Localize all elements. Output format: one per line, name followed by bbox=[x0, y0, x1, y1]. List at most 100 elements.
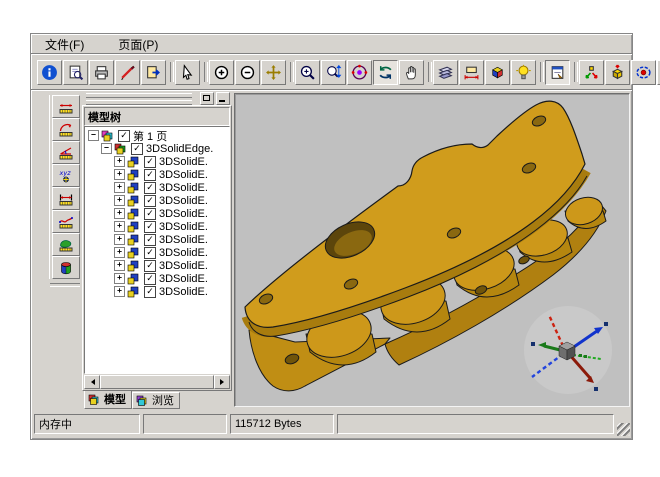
select-cursor-button[interactable] bbox=[175, 60, 200, 85]
light-button[interactable] bbox=[511, 60, 536, 85]
side-toolbar-separator bbox=[50, 283, 80, 287]
tree-row-part[interactable]: + ✓ 3DSolidE. bbox=[114, 207, 229, 220]
orbit-button[interactable] bbox=[347, 60, 372, 85]
fit-view-button[interactable] bbox=[261, 60, 286, 85]
tree-row-part[interactable]: + ✓ 3DSolidE. bbox=[114, 233, 229, 246]
origin-cube-icon bbox=[559, 342, 575, 360]
visibility-checkbox[interactable]: ✓ bbox=[131, 143, 143, 155]
visibility-checkbox[interactable]: ✓ bbox=[144, 195, 156, 207]
measure-horizontal-button[interactable] bbox=[52, 95, 80, 118]
tree-row-part[interactable]: + ✓ 3DSolidE. bbox=[114, 259, 229, 272]
expand-icon[interactable]: + bbox=[114, 221, 125, 232]
visibility-checkbox[interactable]: ✓ bbox=[144, 273, 156, 285]
print-preview-button[interactable] bbox=[63, 60, 88, 85]
zoom-in-button[interactable] bbox=[209, 60, 234, 85]
rotate-icon bbox=[377, 64, 394, 81]
rotate-button[interactable] bbox=[373, 60, 398, 85]
expand-icon[interactable]: + bbox=[114, 286, 125, 297]
visibility-checkbox[interactable]: ✓ bbox=[144, 221, 156, 233]
visibility-checkbox[interactable]: ✓ bbox=[118, 130, 130, 142]
measure-curve-icon bbox=[57, 214, 75, 230]
tree-row-assembly[interactable]: − ✓ 3DSolidEdge. bbox=[101, 142, 229, 155]
resize-grip[interactable] bbox=[617, 423, 630, 436]
tree-row-part[interactable]: + ✓ 3DSolidE. bbox=[114, 272, 229, 285]
print-button[interactable] bbox=[89, 60, 114, 85]
scroll-thumb[interactable] bbox=[100, 375, 214, 389]
panel-float-button[interactable] bbox=[200, 92, 214, 105]
measure-curve-button[interactable] bbox=[52, 210, 80, 233]
measure-radius-button[interactable] bbox=[52, 118, 80, 141]
zoom-dynamic-button[interactable] bbox=[321, 60, 346, 85]
markup-pen-button[interactable] bbox=[115, 60, 140, 85]
panel-hide-button[interactable] bbox=[216, 92, 230, 105]
tree-row-part[interactable]: + ✓ 3DSolidE. bbox=[114, 181, 229, 194]
report-panel-button[interactable] bbox=[545, 60, 570, 85]
menu-file[interactable]: 文件(F) bbox=[41, 34, 88, 55]
orientation-widget[interactable] bbox=[513, 302, 623, 402]
measure-radius-icon bbox=[57, 122, 75, 138]
tree-row-page[interactable]: − ✓ 第 1 页 bbox=[88, 129, 229, 142]
visibility-checkbox[interactable]: ✓ bbox=[144, 169, 156, 181]
tree-row-part[interactable]: + ✓ 3DSolidE. bbox=[114, 246, 229, 259]
spin-button[interactable] bbox=[631, 60, 656, 85]
tree-row-part[interactable]: + ✓ 3DSolidE. bbox=[114, 220, 229, 233]
measure-volume-icon bbox=[57, 260, 75, 276]
expand-icon[interactable]: + bbox=[114, 182, 125, 193]
tree-label: 3DSolidE. bbox=[159, 273, 208, 285]
visibility-checkbox[interactable]: ✓ bbox=[144, 234, 156, 246]
expand-icon[interactable]: + bbox=[114, 208, 125, 219]
export-button[interactable] bbox=[141, 60, 166, 85]
measure-area-button[interactable] bbox=[52, 233, 80, 256]
tree-part-rows: + ✓ 3DSolidE. + ✓ 3DSolidE. bbox=[87, 155, 229, 298]
tree-row-part[interactable]: + ✓ 3DSolidE. bbox=[114, 194, 229, 207]
part-node-icon bbox=[127, 260, 141, 272]
visibility-checkbox[interactable]: ✓ bbox=[144, 208, 156, 220]
measure-distance-button[interactable] bbox=[52, 187, 80, 210]
toolbar-separator bbox=[287, 61, 294, 83]
visibility-checkbox[interactable]: ✓ bbox=[144, 182, 156, 194]
tab-model[interactable]: 模型 bbox=[84, 391, 132, 409]
measure-coordinate-button[interactable]: xyz bbox=[52, 164, 80, 187]
explode-icon bbox=[609, 64, 626, 81]
tab-browse[interactable]: 浏览 bbox=[132, 392, 180, 409]
info-button[interactable] bbox=[37, 60, 62, 85]
scroll-left-button[interactable] bbox=[84, 375, 100, 389]
part-node-icon bbox=[127, 169, 141, 181]
expand-icon[interactable]: + bbox=[114, 156, 125, 167]
layers-button[interactable] bbox=[433, 60, 458, 85]
visibility-checkbox[interactable]: ✓ bbox=[144, 156, 156, 168]
visibility-checkbox[interactable]: ✓ bbox=[144, 247, 156, 259]
collapse-icon[interactable]: − bbox=[88, 130, 99, 141]
pmi-dimension-button[interactable] bbox=[459, 60, 484, 85]
measure-distance-icon bbox=[57, 191, 75, 207]
explode-button[interactable] bbox=[605, 60, 630, 85]
tree-row-part[interactable]: + ✓ 3DSolidE. bbox=[114, 168, 229, 181]
expand-icon[interactable]: + bbox=[114, 169, 125, 180]
tree-label: 3DSolidE. bbox=[159, 182, 208, 194]
menu-page[interactable]: 页面(P) bbox=[114, 34, 162, 55]
zoom-window-button[interactable] bbox=[295, 60, 320, 85]
part-node-icon bbox=[127, 182, 141, 194]
viewport-canvas[interactable] bbox=[234, 93, 630, 407]
expand-icon[interactable]: + bbox=[114, 247, 125, 258]
expand-icon[interactable]: + bbox=[114, 273, 125, 284]
assembly-button[interactable] bbox=[579, 60, 604, 85]
measure-angle-button[interactable] bbox=[52, 141, 80, 164]
collapse-icon[interactable]: − bbox=[101, 143, 112, 154]
expand-icon[interactable]: + bbox=[114, 260, 125, 271]
panel-grip-bar[interactable] bbox=[82, 92, 232, 105]
expand-icon[interactable]: + bbox=[114, 195, 125, 206]
visibility-checkbox[interactable]: ✓ bbox=[144, 286, 156, 298]
measure-volume-button[interactable] bbox=[52, 256, 80, 279]
tree-row-part[interactable]: + ✓ 3DSolidE. bbox=[114, 285, 229, 298]
panel-title: 模型树 bbox=[84, 107, 230, 126]
part-node-icon bbox=[127, 156, 141, 168]
scroll-right-button[interactable] bbox=[214, 375, 230, 389]
expand-icon[interactable]: + bbox=[114, 234, 125, 245]
shaded-box-button[interactable] bbox=[485, 60, 510, 85]
measure-coordinate-icon: xyz bbox=[57, 168, 75, 184]
pan-button[interactable] bbox=[399, 60, 424, 85]
zoom-out-button[interactable] bbox=[235, 60, 260, 85]
visibility-checkbox[interactable]: ✓ bbox=[144, 260, 156, 272]
tree-row-part[interactable]: + ✓ 3DSolidE. bbox=[114, 155, 229, 168]
